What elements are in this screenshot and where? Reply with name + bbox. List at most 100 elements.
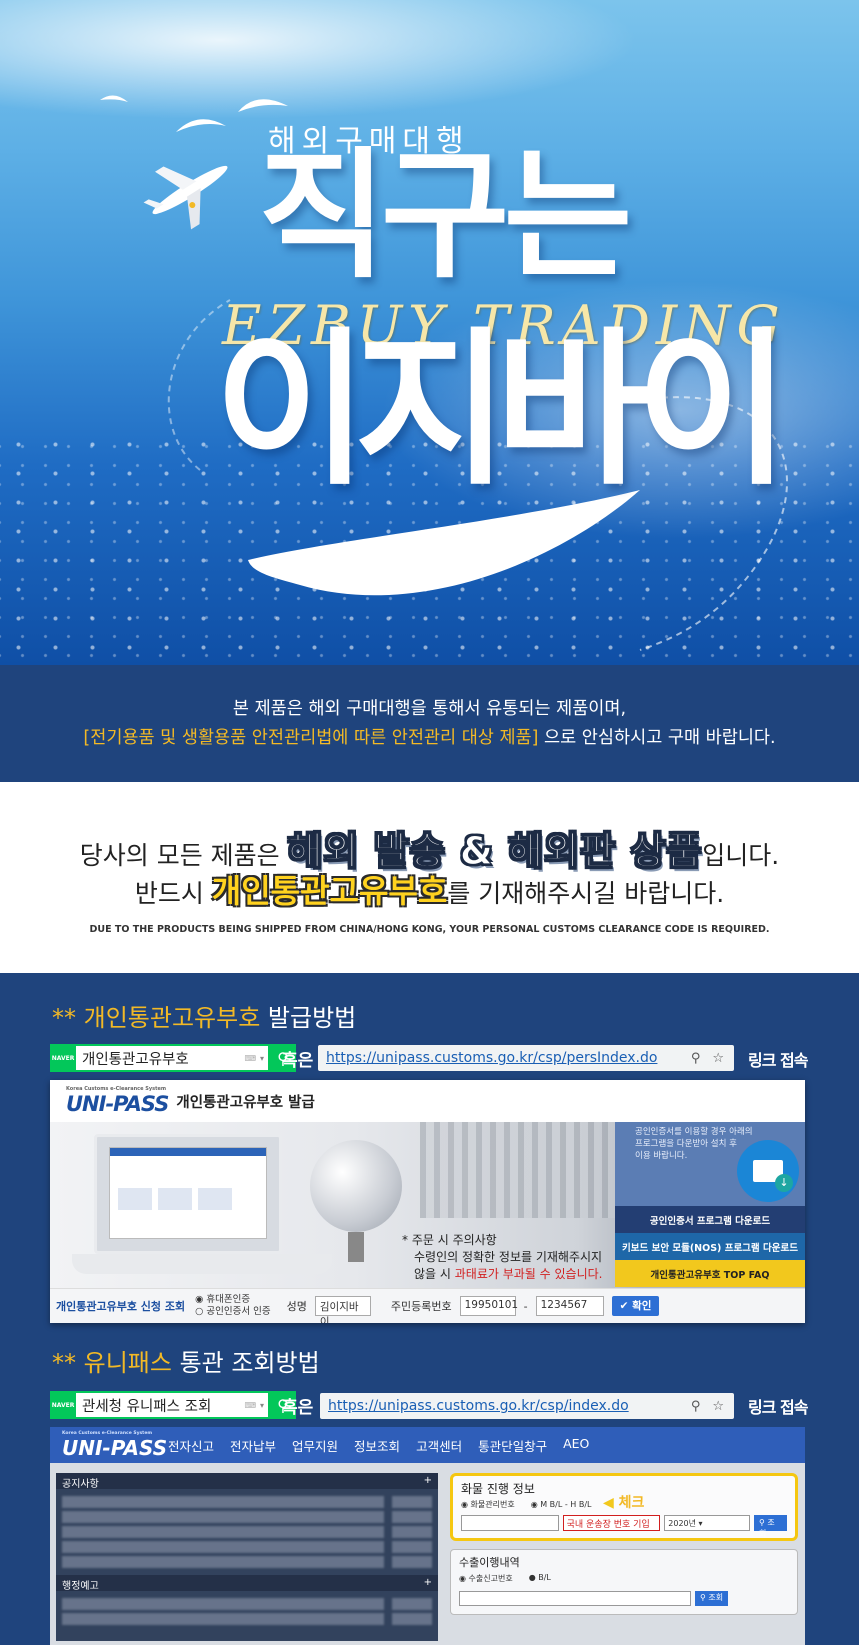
keyboard-icon: ⌨ [244,1400,256,1410]
plus-icon[interactable]: + [424,1577,432,1589]
list-item[interactable] [62,1541,432,1553]
radio-export-bl-label: B/L [538,1573,551,1582]
issue-form: 개인통관고유부호 신청 조회 ◉ 휴대폰인증 ○ 공인인증서 인증 성명 김이지… [50,1288,805,1323]
radio-cert[interactable]: ○ 공인인증서 인증 [195,1306,271,1318]
radio-phone[interactable]: ◉ 휴대폰인증 [195,1294,271,1306]
radio-bl[interactable]: ◉ M B/L - H B/L [531,1500,592,1509]
export-inputs: ⚲ 조회 [459,1591,789,1606]
panel1-body: * 주문 시 주의사항 수령인의 정확한 정보를 기재해주시지 않을 시 과태료… [50,1122,805,1288]
guide1-title: ** 개인통관고유부호 발급방법 [52,998,356,1033]
name-label: 성명 [286,1300,307,1313]
bookmark-star-icon[interactable]: ☆ [712,1051,724,1066]
export-input[interactable] [459,1591,691,1606]
naver-search-bar-1: NAVER 개인통관고유부호 ⌨ ▾ ⚲ [50,1044,296,1072]
year-select[interactable]: 2020년 ▾ [664,1515,750,1531]
caution-text: * 주문 시 주의사항 수령인의 정확한 정보를 기재해주시지 않을 시 과태료… [402,1232,603,1283]
shipping-l2-big: 개인통관고유부호 [211,872,448,910]
shipping-section: 당사의 모든 제품은 해외 발송 & 해외판 상품입니다. 반드시 개인통관고유… [0,782,859,973]
monitor-download-icon: ↓ [737,1140,799,1202]
address-bar[interactable]: https://unipass.customs.go.kr/csp/persIn… [318,1045,734,1071]
radio-cert-label: 공인인증서 인증 [206,1306,271,1317]
radio-cargo-no[interactable]: ◉ 화물관리번호 [461,1499,515,1510]
bird-icon [100,95,128,102]
laptop-keyboard [72,1254,332,1274]
caution-line-2: 않을 시 과태료가 부과될 수 있습니다. [402,1266,603,1283]
notice-board: 공지사항 + 행정예고 + [56,1473,438,1641]
export-search-button[interactable]: ⚲ 조회 [695,1591,729,1606]
list-item[interactable] [62,1556,432,1568]
mbl-input[interactable] [461,1515,559,1531]
cargo-search-button[interactable]: ⚲ 조회 [753,1515,787,1538]
menu-item[interactable]: 고객센터 [416,1436,462,1455]
globe-image [310,1140,402,1232]
hero-title-1: 직구는 [258,135,632,298]
list-item[interactable] [62,1496,432,1508]
rrn-back-input[interactable]: 1234567 [535,1296,604,1316]
logo-text: UNI-PASS [62,1435,168,1460]
export-options: ◉ 수출신고번호 ● B/L [459,1573,789,1584]
name-input[interactable]: 김이지바이 [314,1296,371,1323]
check-label: 체크 [618,1495,645,1511]
url-link[interactable]: https://unipass.customs.go.kr/csp/index.… [328,1398,629,1414]
cargo-inputs: 국내 운송장 번호 기입 2020년 ▾ ⚲ 조회 [461,1515,787,1538]
keyboard-security-download-button[interactable]: 키보드 보안 모듈(NOS) 프로그램 다운로드 [615,1233,805,1260]
caution-l2-pre: 않을 시 [414,1267,455,1281]
naver-search-input[interactable]: 개인통관고유부호 ⌨ ▾ [76,1044,270,1072]
caution-l2-red: 과태료가 부과될 수 있습니다. [454,1267,603,1281]
caution-line-1: 수령인의 정확한 정보를 기재해주시지 [414,1250,603,1264]
cert-program-download-button[interactable]: 공인인증서 프로그램 다운로드 [615,1206,805,1233]
zoom-icon[interactable]: ⚲ [691,1399,701,1414]
rrn-dash: - [523,1299,528,1313]
plus-icon[interactable]: + [424,1475,432,1487]
bookmark-star-icon[interactable]: ☆ [712,1399,724,1414]
unipass-logo[interactable]: Korea Customs e-Clearance System UNI-PASS [50,1431,168,1460]
guide2-title-yellow: 유니패스 [83,1349,172,1377]
url-link[interactable]: https://unipass.customs.go.kr/csp/persIn… [326,1050,657,1066]
menu-item[interactable]: 업무지원 [292,1436,338,1455]
bird-icon [238,99,288,112]
menu-item[interactable]: AEO [563,1436,589,1455]
notice-highlight: [전기용품 및 생활용품 안전관리법에 따른 안전관리 대상 제품] [83,728,539,748]
radio-phone-label: 휴대폰인증 [206,1294,251,1305]
guide2-stars: ** [52,1349,84,1377]
radio-export-bl[interactable]: ● B/L [529,1573,551,1584]
naver-search-input[interactable]: 관세청 유니패스 조회 ⌨ ▾ [76,1391,270,1419]
menu-item[interactable]: 통관단일창구 [478,1436,547,1455]
menu-item[interactable]: 정보조회 [354,1436,400,1455]
hbl-input[interactable]: 국내 운송장 번호 기입 [562,1515,661,1531]
hero-title-2: 이지바이 [214,312,790,508]
faq-button[interactable]: 개인통관고유부호 TOP FAQ [615,1260,805,1287]
check-annotation: ◀ 체크 [603,1492,644,1512]
list-item[interactable] [62,1526,432,1538]
naver-logo: NAVER [50,1391,76,1419]
safety-notice: 본 제품은 해외 구매대행을 통해서 유통되는 제품이며, [전기용품 및 생활… [0,665,859,782]
notice-line-1: 본 제품은 해외 구매대행을 통해서 유통되는 제품이며, [232,699,627,719]
link-go-label: 링크 접속 [748,1051,808,1070]
confirm-button[interactable]: ✔ 확인 [611,1296,660,1316]
airplane-icon [143,165,228,230]
zoom-icon[interactable]: ⚲ [691,1051,701,1066]
rrn-front-input[interactable]: 19950101 [459,1296,518,1316]
radio-export-no-label: 수출신고번호 [468,1574,513,1583]
list-item[interactable] [62,1598,432,1610]
year-value: 2020년 [668,1519,696,1528]
globe-stand [348,1232,364,1262]
shipping-english: DUE TO THE PRODUCTS BEING SHIPPED FROM C… [89,924,770,935]
list-item[interactable] [62,1511,432,1523]
cargo-progress-box: 화물 진행 정보 ◉ 화물관리번호 ◉ M B/L - H B/L ◀ 체크 국… [450,1473,798,1541]
arrow-left-icon: ◀ [603,1495,614,1511]
radio-export-no[interactable]: ◉ 수출신고번호 [459,1573,513,1584]
menu-item[interactable]: 전자신고 [168,1436,214,1455]
export-title: 수출이행내역 [459,1556,520,1569]
caution-title: * 주문 시 주의사항 [402,1233,497,1247]
unipass-logo: Korea Customs e-Clearance System UNI-PASS [66,1086,169,1116]
menu-item[interactable]: 전자납부 [230,1436,276,1455]
shipping-line-2: 반드시 개인통관고유부호를 기재해주시길 바랍니다. [0,866,859,912]
address-bar[interactable]: https://unipass.customs.go.kr/csp/index.… [320,1393,734,1419]
auth-radio-group[interactable]: ◉ 휴대폰인증 ○ 공인인증서 인증 [195,1294,271,1318]
list-item[interactable] [62,1613,432,1625]
shipping-l2-post: 를 기재해주시길 바랍니다. [447,879,725,908]
confirm-label: 확인 [632,1300,652,1312]
chevron-down-icon: ▾ [259,1053,264,1063]
guide2-title: ** 유니패스 통관 조회방법 [52,1343,320,1378]
